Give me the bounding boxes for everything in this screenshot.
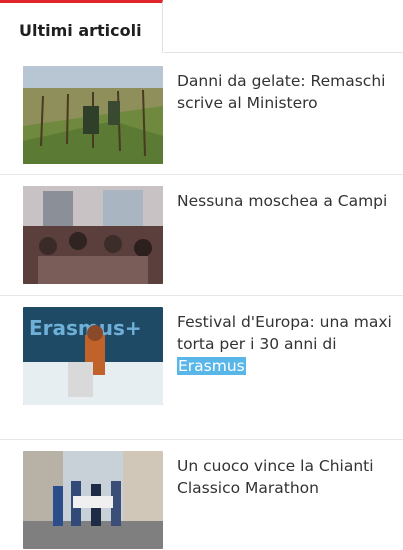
tab-bar-divider — [164, 52, 403, 53]
article-thumbnail[interactable]: Erasmus+ — [23, 307, 163, 405]
tab-ultimi-articoli[interactable]: Ultimi articoli — [0, 0, 163, 53]
article-title[interactable]: Un cuoco vince la Chianti Classico Marat… — [177, 455, 399, 499]
article-thumbnail[interactable] — [23, 451, 163, 549]
tab-bar: Ultimi articoli — [0, 0, 403, 55]
article-title[interactable]: Danni da gelate: Remaschi scrive al Mini… — [177, 70, 399, 114]
divider — [0, 174, 403, 175]
article-thumbnail[interactable] — [23, 66, 163, 164]
selected-text[interactable]: Erasmus — [177, 357, 246, 375]
article-thumbnail[interactable] — [23, 186, 163, 284]
article-title[interactable]: Festival d'Europa: una maxi torta per i … — [177, 311, 399, 377]
article-title-text[interactable]: Festival d'Europa: una maxi torta per i … — [177, 313, 392, 353]
tab-label: Ultimi articoli — [19, 21, 142, 40]
divider — [0, 295, 403, 296]
article-title[interactable]: Nessuna moschea a Campi — [177, 190, 399, 212]
divider — [0, 439, 403, 440]
